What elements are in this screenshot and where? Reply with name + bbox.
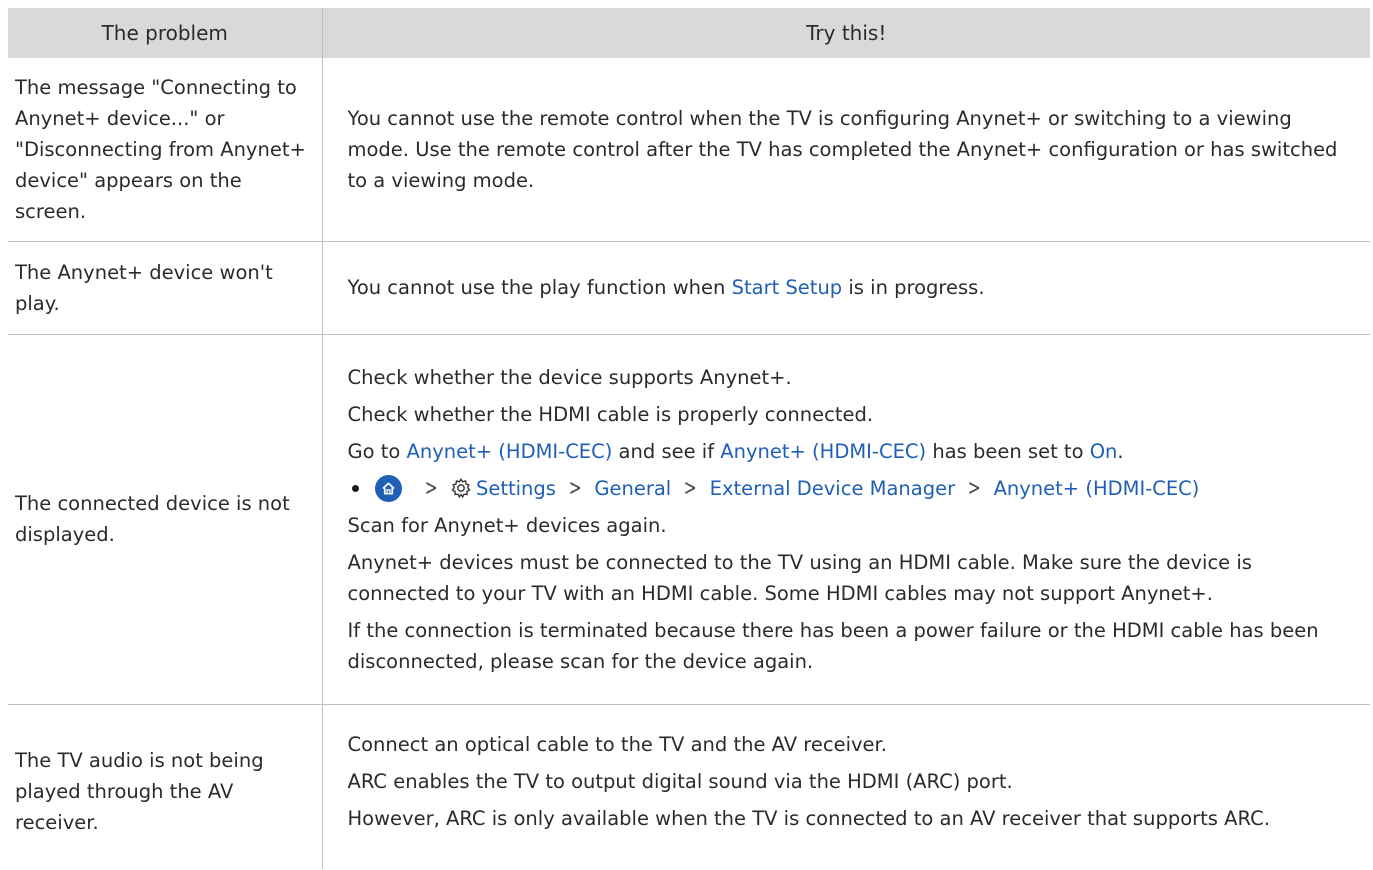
start-setup-link[interactable]: Start Setup	[732, 276, 843, 299]
chevron-right-icon: >	[683, 475, 697, 501]
table-row: The Anynet+ device won't play. You canno…	[8, 241, 1370, 335]
home-icon[interactable]	[374, 474, 402, 502]
general-link[interactable]: General	[594, 473, 671, 504]
chevron-right-icon: >	[568, 475, 582, 501]
solution-cell: You cannot use the play function when St…	[321, 241, 1370, 335]
solution-paragraph: However, ARC is only available when the …	[347, 806, 1270, 830]
paragraph-text: Go to	[347, 439, 407, 463]
solution-paragraph: Go to Anynet+ (HDMI-CEC) and see if Anyn…	[348, 436, 1357, 467]
solution-paragraph: ARC enables the TV to output digital sou…	[347, 769, 1013, 793]
solution-paragraph: Connect an optical cable to the TV and t…	[347, 732, 887, 756]
solution-paragraph: Check whether the HDMI cable is properly…	[347, 402, 874, 426]
anynet-hdmi-cec-link[interactable]: Anynet+ (HDMI-CEC)	[720, 440, 926, 463]
solution-cell: Check whether the device supports Anynet…	[321, 334, 1370, 705]
external-device-manager-link[interactable]: External Device Manager	[710, 473, 955, 504]
solution-cell: Connect an optical cable to the TV and t…	[321, 704, 1370, 869]
solution-paragraph: Scan for Anynet+ devices again.	[347, 513, 667, 537]
table-row: The TV audio is not being played through…	[8, 704, 1370, 869]
solution-text: You cannot use the play function when	[347, 276, 732, 299]
problem-cell: The connected device is not displayed.	[8, 334, 322, 705]
solution-cell: You cannot use the remote control when t…	[321, 58, 1370, 242]
paragraph-text: and see if	[612, 439, 721, 463]
anynet-hdmi-cec-link[interactable]: Anynet+ (HDMI-CEC)	[407, 440, 613, 463]
chevron-right-icon: >	[424, 475, 438, 501]
problem-cell: The TV audio is not being played through…	[15, 748, 264, 834]
troubleshooting-table: The problem Try this! The message "Conne…	[8, 8, 1370, 869]
solution-paragraph: If the connection is terminated because …	[347, 618, 1319, 673]
solution-text: is in progress.	[842, 276, 985, 299]
paragraph-text: .	[1117, 439, 1124, 463]
menu-path: > Settings > General > External Device M…	[348, 473, 1357, 504]
on-link[interactable]: On	[1090, 440, 1118, 463]
paragraph-text: has been set to	[926, 439, 1090, 463]
settings-link[interactable]: Settings	[476, 473, 556, 504]
anynet-hdmi-cec-link[interactable]: Anynet+ (HDMI-CEC)	[994, 473, 1200, 504]
header-solution: Try this!	[321, 8, 1370, 58]
solution-paragraph: Anynet+ devices must be connected to the…	[347, 550, 1252, 605]
table-header-row: The problem Try this!	[8, 8, 1370, 58]
solution-paragraph: Check whether the device supports Anynet…	[347, 365, 792, 389]
header-problem: The problem	[8, 8, 322, 58]
problem-cell: The message "Connecting to Anynet+ devic…	[8, 58, 322, 242]
table-row: The connected device is not displayed. C…	[8, 334, 1370, 705]
bullet-icon	[351, 484, 359, 492]
chevron-right-icon: >	[967, 475, 981, 501]
problem-cell: The Anynet+ device won't play.	[8, 241, 322, 335]
table-row: The message "Connecting to Anynet+ devic…	[8, 58, 1370, 242]
gear-icon	[450, 477, 472, 499]
